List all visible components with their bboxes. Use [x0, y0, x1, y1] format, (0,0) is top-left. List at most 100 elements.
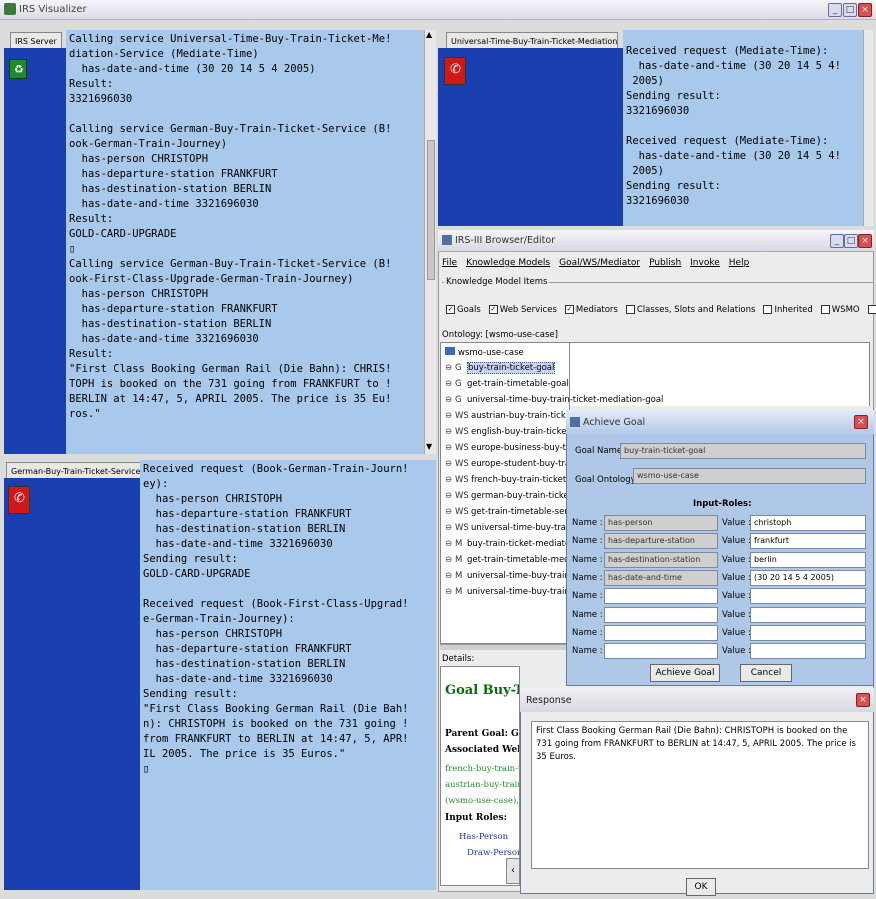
- tree-root[interactable]: wsmo-use-case: [445, 345, 524, 361]
- tree-expand-icon[interactable]: ⊖: [445, 536, 455, 552]
- response-close-button[interactable]: ×: [856, 693, 870, 707]
- role-value-field[interactable]: frankfurt: [750, 533, 866, 550]
- server-icon[interactable]: ♻: [9, 59, 27, 79]
- filter-checkbox-inherited[interactable]: Inherited: [763, 305, 813, 315]
- response-text-area[interactable]: First Class Booking German Rail (Die Bah…: [531, 721, 869, 869]
- role-name-field[interactable]: has-person: [604, 515, 718, 531]
- universal-service-icon[interactable]: ✆: [444, 57, 466, 85]
- cancel-button[interactable]: Cancel: [740, 664, 792, 682]
- tree-item[interactable]: ⊖ Gget-train-timetable-goal: [445, 376, 569, 392]
- tree-item[interactable]: ⊖ Muniversal-time-buy-train-ti: [445, 568, 579, 584]
- details-role[interactable]: Has-Person: [459, 829, 519, 845]
- achieve-goal-button[interactable]: Achieve Goal: [650, 664, 720, 682]
- menu-item-goal-ws-mediator[interactable]: Goal/WS/Mediator: [559, 258, 640, 268]
- role-name-field[interactable]: [604, 643, 718, 660]
- filter-checkbox-bas[interactable]: Bas: [867, 305, 876, 315]
- filter-checkbox-wsmo[interactable]: WSMO: [820, 305, 860, 315]
- tree-item[interactable]: ⊖ WS get-train-timetable-servic: [445, 504, 580, 520]
- checkbox-box[interactable]: [625, 305, 635, 314]
- tree-item[interactable]: ⊖ WS english-buy-train-ticket-se: [445, 424, 582, 440]
- tree-item[interactable]: ⊖ WS austrian-buy-train-ticket-s: [445, 408, 582, 424]
- tree-item[interactable]: ⊖ WS french-buy-train-ticket-ser: [445, 472, 582, 488]
- filter-checkbox-mediators[interactable]: ✓ Mediators: [564, 305, 618, 315]
- tree-expand-icon[interactable]: ⊖: [445, 504, 455, 520]
- role-value-field[interactable]: (30 20 14 5 4 2005): [750, 569, 866, 586]
- scroll-thumb[interactable]: [427, 140, 435, 280]
- role-value-field[interactable]: [750, 588, 866, 605]
- role-name-field[interactable]: [604, 624, 718, 641]
- role-name-field[interactable]: [604, 606, 718, 623]
- checkbox-box[interactable]: [763, 305, 773, 314]
- checkbox-box[interactable]: [820, 305, 830, 314]
- tree-item[interactable]: ⊖ Mget-train-timetable-media: [445, 552, 577, 568]
- ok-button[interactable]: OK: [686, 878, 716, 896]
- role-value-field[interactable]: christoph: [750, 515, 866, 531]
- role-name-field[interactable]: has-destination-station: [604, 551, 718, 568]
- log-line: 3321696030: [626, 195, 690, 207]
- tree-expand-icon[interactable]: ⊖: [445, 552, 455, 568]
- tree-expand-icon[interactable]: ⊖: [445, 488, 455, 504]
- scroll-down-icon[interactable]: ▼: [426, 442, 432, 451]
- tree-expand-icon[interactable]: ⊖: [445, 424, 455, 440]
- tree-expand-icon[interactable]: ⊖: [445, 360, 455, 376]
- german-service-icon[interactable]: ✆: [8, 486, 30, 514]
- tree-item[interactable]: ⊖ Gbuy-train-ticket-goal: [445, 360, 556, 376]
- role-value-field[interactable]: [750, 643, 866, 660]
- role-name-field[interactable]: has-departure-station: [604, 533, 718, 550]
- scroll-up-icon[interactable]: ▲: [426, 30, 432, 39]
- tree-item[interactable]: ⊖ Muniversal-time-buy-train-ti: [445, 584, 579, 600]
- tree-expand-icon[interactable]: ⊖: [445, 456, 455, 472]
- menu-item-file[interactable]: File: [442, 258, 457, 268]
- item-type-badge: M: [455, 571, 463, 581]
- role-value-field[interactable]: berlin: [750, 551, 866, 568]
- tree-item[interactable]: ⊖ WS universal-time-buy-train-ti: [445, 520, 583, 536]
- tree-item[interactable]: ⊖ WS german-buy-train-ticket-s: [445, 488, 580, 504]
- tree-splitter[interactable]: [440, 644, 570, 650]
- tree-item[interactable]: ⊖ WS europe-business-buy-trai: [445, 440, 577, 456]
- maximize-button[interactable]: □: [843, 3, 857, 17]
- role-value-label: Value :: [722, 609, 751, 620]
- checkbox-box[interactable]: ✓: [446, 305, 455, 314]
- menu-item-publish[interactable]: Publish: [649, 258, 681, 268]
- goal-name-field[interactable]: buy-train-ticket-goal: [620, 443, 866, 459]
- minimize-button[interactable]: _: [828, 3, 842, 17]
- goal-ontology-field[interactable]: wsmo-use-case: [633, 468, 866, 484]
- browser-close-button[interactable]: ×: [858, 234, 872, 248]
- role-name-field[interactable]: has-date-and-time: [604, 569, 718, 586]
- menu-item-knowledge-models[interactable]: Knowledge Models: [466, 258, 550, 268]
- menu-item-help[interactable]: Help: [729, 258, 750, 268]
- tree-expand-icon[interactable]: ⊖: [445, 520, 455, 536]
- role-name-field[interactable]: [604, 588, 718, 605]
- tree-item[interactable]: ⊖ Mbuy-train-ticket-mediator: [445, 536, 574, 552]
- achieve-goal-close-button[interactable]: ×: [854, 415, 868, 429]
- tree-item[interactable]: ⊖ Guniversal-time-buy-train-ticket-mediat…: [445, 392, 663, 408]
- tree-expand-icon[interactable]: ⊖: [445, 392, 455, 408]
- checkbox-box[interactable]: ✓: [488, 305, 498, 314]
- tree-expand-icon[interactable]: ⊖: [445, 376, 455, 392]
- role-value-field[interactable]: [750, 624, 866, 641]
- details-link[interactable]: austrian-buy-train-ti: [445, 777, 519, 793]
- tree-item[interactable]: ⊖ WS europe-student-buy-train-: [445, 456, 581, 472]
- filter-checkbox-web-services[interactable]: ✓ Web Services: [488, 305, 557, 315]
- close-button[interactable]: ×: [858, 3, 872, 17]
- tree-expand-icon[interactable]: ⊖: [445, 440, 455, 456]
- tree-expand-icon[interactable]: ⊖: [445, 568, 455, 584]
- browser-minimize-button[interactable]: _: [830, 234, 844, 248]
- log-line: has-destination-station BERLIN: [143, 658, 346, 670]
- checkbox-box[interactable]: [867, 305, 876, 314]
- tree-expand-icon[interactable]: ⊖: [445, 584, 455, 600]
- server-log-scrollbar[interactable]: ▲ ▼: [424, 30, 436, 454]
- tree-expand-icon[interactable]: ⊖: [445, 408, 455, 424]
- browser-maximize-button[interactable]: □: [844, 234, 858, 248]
- filter-checkbox-classes-slots-and-relations[interactable]: Classes, Slots and Relations: [625, 305, 755, 315]
- tree-expand-icon[interactable]: ⊖: [445, 472, 455, 488]
- role-value-field[interactable]: [750, 606, 866, 623]
- details-scroll-left[interactable]: ‹: [506, 858, 520, 884]
- menu-item-invoke[interactable]: Invoke: [690, 258, 720, 268]
- details-link[interactable]: (wsmo-use-case), e: [445, 793, 519, 809]
- checkbox-box[interactable]: ✓: [564, 305, 574, 314]
- filter-checkbox-goals[interactable]: ✓ Goals: [446, 305, 481, 315]
- tree-item-label: get-train-timetable-media: [467, 555, 578, 565]
- universal-scrollbar[interactable]: [863, 30, 873, 226]
- details-link[interactable]: french-buy-train-tic: [445, 761, 519, 777]
